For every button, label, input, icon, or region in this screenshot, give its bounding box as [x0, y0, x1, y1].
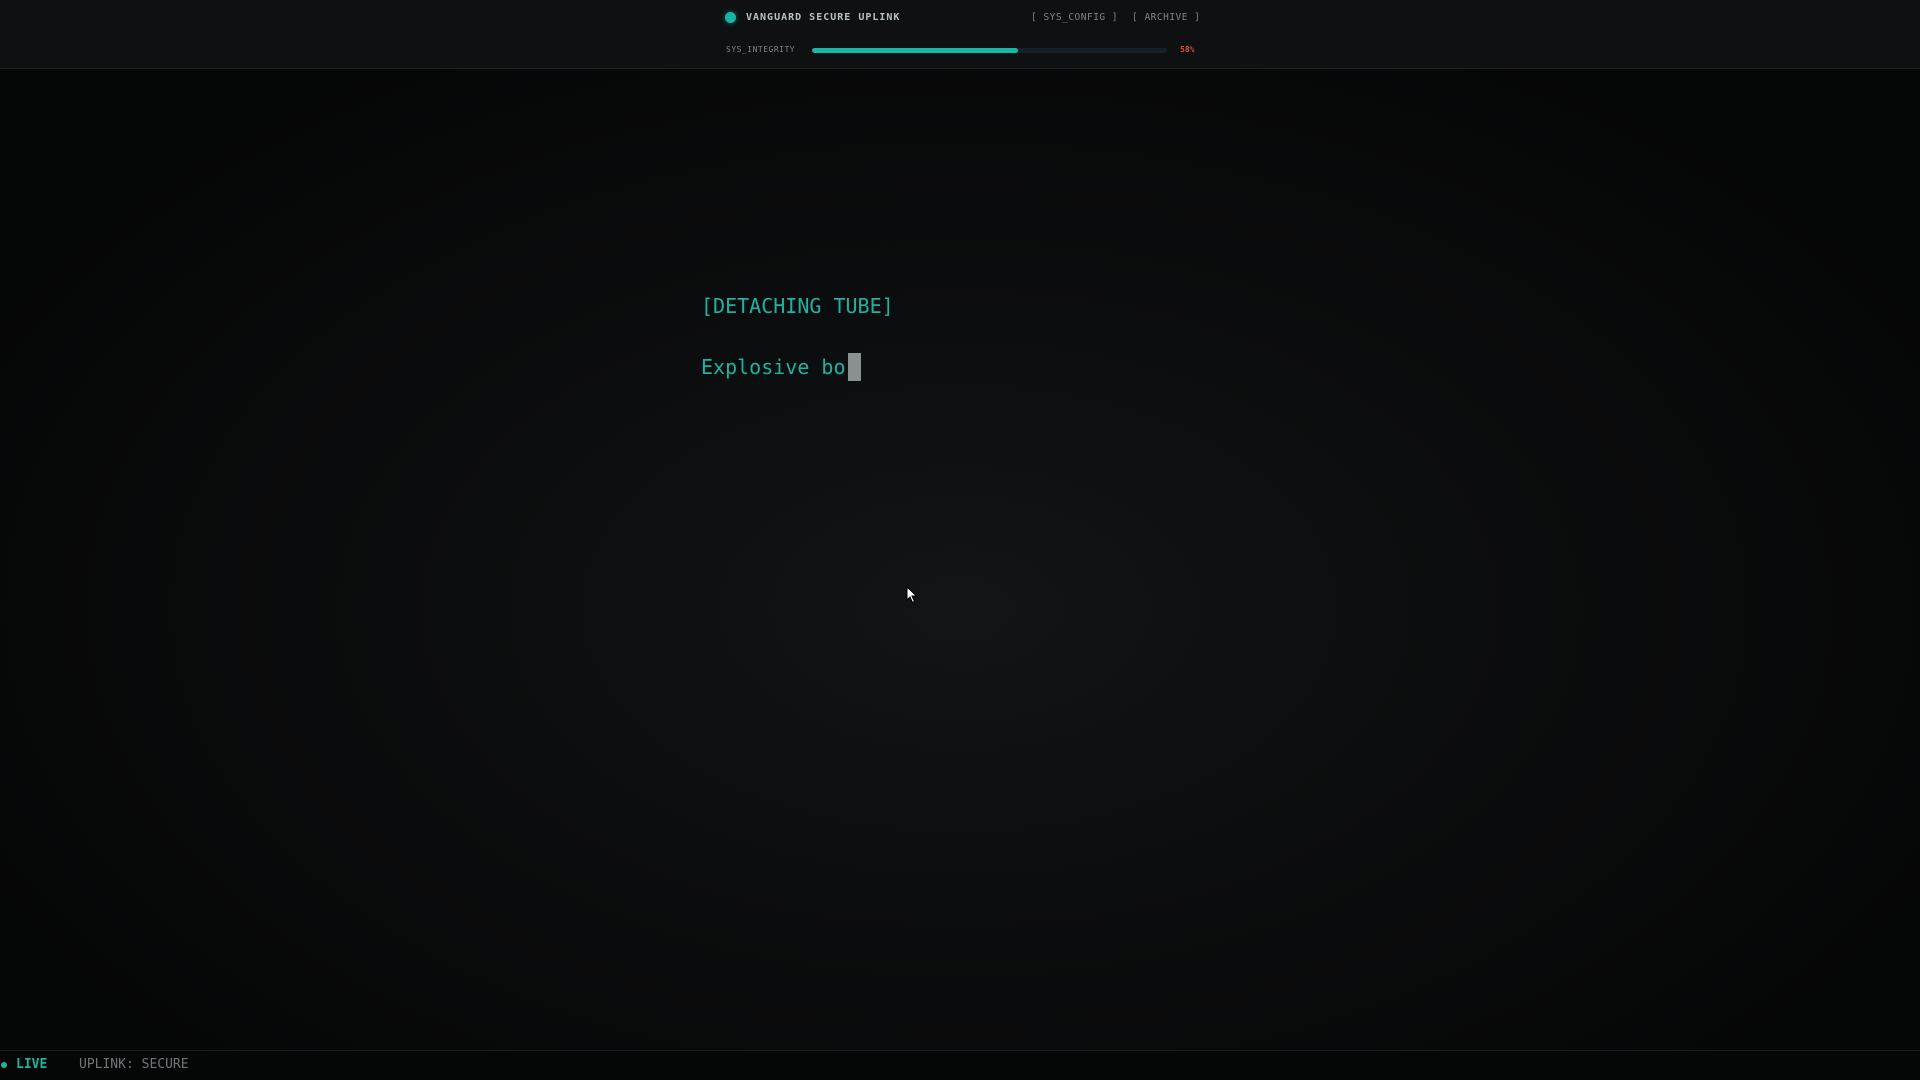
top-bar: VANGUARD SECURE UPLINK [ SYS_CONFIG ] [ … — [0, 0, 1920, 69]
terminal-viewport: [DETACHING TUBE] Explosive bo — [0, 69, 1920, 1050]
integrity-progress-bar — [812, 48, 1167, 53]
terminal-heading: [DETACHING TUBE] — [701, 294, 894, 318]
live-indicator-icon — [1, 1062, 7, 1068]
integrity-value: 58% — [1180, 45, 1195, 54]
text-cursor-icon — [847, 353, 861, 381]
sys-config-link[interactable]: [ SYS_CONFIG ] — [1031, 11, 1118, 25]
app-title: VANGUARD SECURE UPLINK — [746, 12, 901, 23]
terminal-output-line: Explosive bo — [701, 353, 861, 381]
connection-status-icon — [725, 12, 736, 23]
status-footer: LIVE UPLINK: SECURE — [0, 1050, 1920, 1080]
archive-link[interactable]: [ ARCHIVE ] — [1132, 11, 1200, 25]
uplink-status: UPLINK: SECURE — [79, 1057, 189, 1072]
integrity-label: SYS_INTEGRITY — [726, 45, 796, 54]
mouse-pointer-icon — [906, 586, 918, 604]
live-label: LIVE — [16, 1057, 48, 1072]
terminal-typed-text: Explosive bo — [701, 355, 846, 379]
integrity-progress-fill — [812, 48, 1018, 53]
